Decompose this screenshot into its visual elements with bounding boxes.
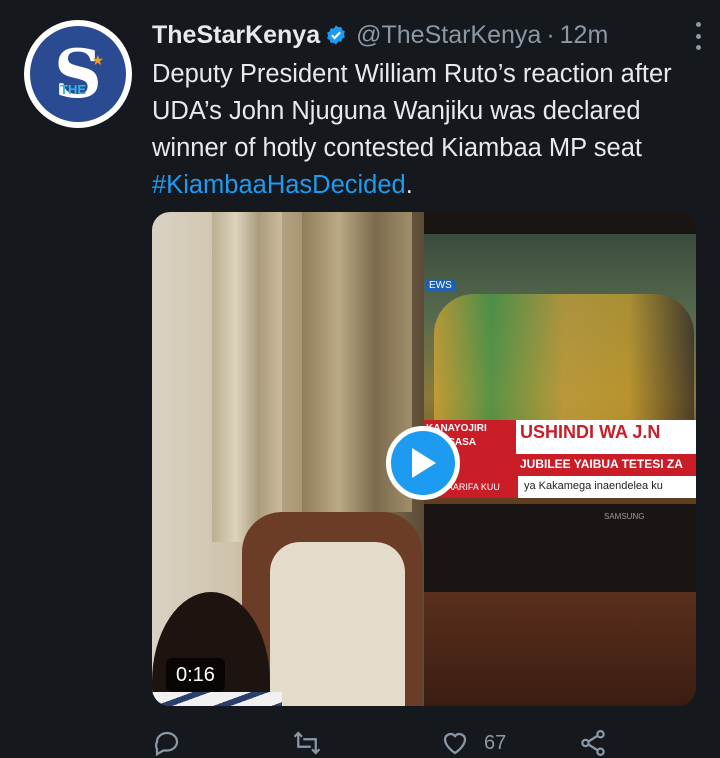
star-icon: ★: [91, 52, 104, 68]
avatar-small-text: THE: [60, 82, 86, 97]
verified-badge-icon: [327, 25, 346, 45]
like-button[interactable]: 67: [440, 728, 506, 758]
tv-brand-label: SAMSUNG: [604, 512, 645, 521]
reply-button[interactable]: [152, 728, 182, 758]
video-duration: 0:16: [166, 658, 225, 692]
video-player[interactable]: EWS KANAYOJIRI HIVI SASA USHINDI WA J.N …: [152, 212, 696, 706]
share-button[interactable]: [578, 728, 608, 758]
video-room-scene: [152, 212, 424, 706]
ticker-bar-text: ya Kakamega inaendelea ku: [524, 480, 663, 492]
play-button[interactable]: [386, 426, 460, 500]
reply-icon: [155, 731, 179, 757]
account-handle[interactable]: @TheStarKenya: [356, 21, 541, 50]
ticker-sub-text: JUBILEE YAIBUA TETESI ZA: [520, 457, 683, 471]
hashtag-link[interactable]: #KiambaaHasDecided: [152, 171, 406, 199]
video-tv-scene: EWS KANAYOJIRI HIVI SASA USHINDI WA J.N …: [424, 212, 696, 706]
share-icon: [581, 730, 605, 756]
tweet-end: .: [405, 171, 413, 199]
tweet-text: Deputy President William Ruto’s reaction…: [152, 56, 704, 204]
retweet-icon: [293, 731, 321, 755]
ticker-main-text: USHINDI WA J.N: [520, 422, 661, 442]
heart-icon: [443, 732, 467, 755]
separator: ·: [546, 20, 555, 49]
avatar-letter: S: [54, 35, 102, 113]
like-count: 67: [484, 731, 507, 754]
tweet-body: Deputy President William Ruto’s reaction…: [152, 60, 672, 162]
retweet-button[interactable]: [292, 728, 322, 758]
more-options-icon[interactable]: [686, 22, 710, 50]
tweet-header: TheStarKenya @TheStarKenya · 12m: [152, 18, 700, 52]
tweet-actions: 67: [152, 728, 672, 758]
avatar-logo: S THE ★: [30, 26, 126, 122]
avatar[interactable]: S THE ★: [24, 20, 132, 128]
tv-news-label: EWS: [426, 280, 455, 291]
account-name[interactable]: TheStarKenya: [152, 21, 320, 50]
tweet-time[interactable]: 12m: [560, 21, 609, 50]
play-icon: [412, 448, 436, 478]
